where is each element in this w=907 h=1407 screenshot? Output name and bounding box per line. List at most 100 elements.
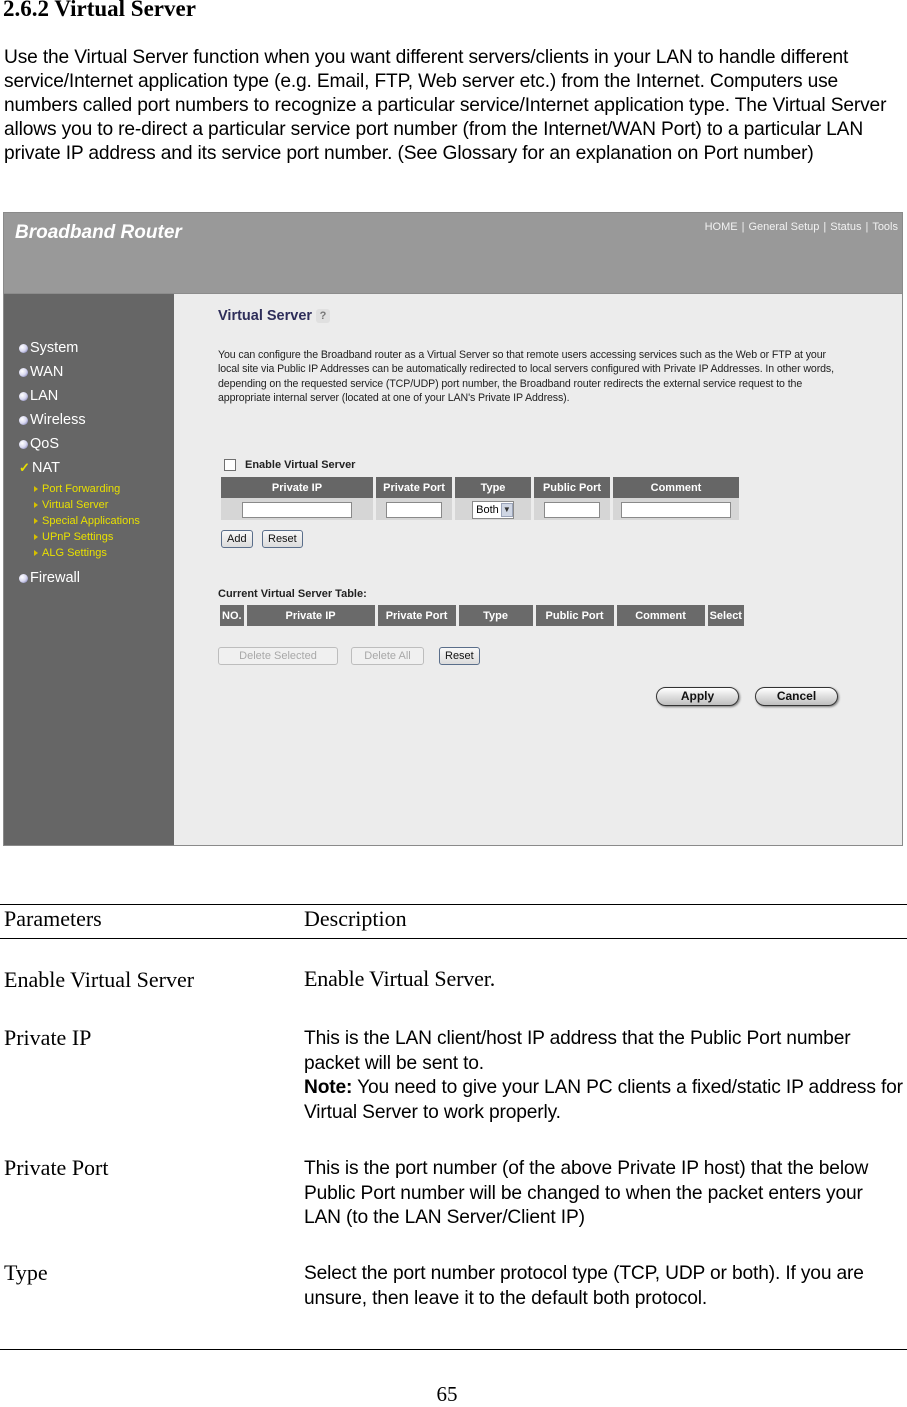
- bullet-icon: [19, 415, 28, 425]
- private-port-input[interactable]: [386, 502, 442, 518]
- topnav-separator: |: [865, 221, 869, 233]
- help-icon[interactable]: ?: [316, 309, 331, 323]
- cancel-button[interactable]: Cancel: [755, 687, 838, 706]
- arrow-right-icon: [34, 502, 38, 508]
- column-header: Public Port: [534, 477, 610, 498]
- page-number: 65: [436, 1382, 458, 1406]
- add-button[interactable]: Add: [221, 530, 253, 548]
- subitem-port-forwarding[interactable]: Port Forwarding: [34, 483, 120, 495]
- bullet-icon: [19, 573, 28, 583]
- subitem-special-applications[interactable]: Special Applications: [34, 515, 140, 527]
- arrow-right-icon: [34, 534, 38, 540]
- top-nav: HOME | General Setup | Status | Tools: [705, 221, 898, 233]
- table-header-rule: [0, 938, 907, 939]
- private-ip-input[interactable]: [242, 502, 352, 518]
- column-header: Select: [707, 605, 744, 626]
- topnav-tools[interactable]: Tools: [872, 221, 898, 233]
- checkmark-icon: ✓: [19, 460, 30, 475]
- param-name: Enable Virtual Server: [4, 967, 195, 992]
- column-header: Public Port: [535, 605, 614, 626]
- sidebar-item-nat[interactable]: ✓ NAT: [19, 460, 60, 476]
- type-select-value: Both: [476, 503, 499, 516]
- subitem-label: Port Forwarding: [42, 483, 121, 495]
- router-header: Broadband Router HOME | General Setup | St…: [4, 213, 902, 294]
- sidebar-item-label: LAN: [30, 388, 59, 404]
- param-description: Select the port number protocol type (TC…: [304, 1263, 864, 1309]
- router-sidebar: System WAN LAN Wireless QoS ✓ NAT Port Fo…: [4, 294, 174, 845]
- comment-cell: [613, 498, 739, 520]
- enable-virtual-server-checkbox[interactable]: [224, 459, 236, 471]
- reset-entry-button[interactable]: Reset: [262, 530, 303, 548]
- sidebar-item-firewall[interactable]: Firewall: [19, 570, 80, 586]
- public-port-input[interactable]: [544, 502, 600, 518]
- sidebar-item-label: QoS: [30, 436, 60, 452]
- sidebar-item-label: Wireless: [30, 412, 86, 428]
- reset-table-button[interactable]: Reset: [439, 647, 480, 665]
- router-main-panel: Virtual Server ? You can configure the B…: [174, 294, 902, 845]
- bullet-icon: [19, 439, 28, 449]
- subitem-label: Virtual Server: [42, 499, 109, 511]
- param-description: This is the port number (of the above Pr…: [304, 1158, 869, 1228]
- subitem-virtual-server[interactable]: Virtual Server: [34, 499, 108, 511]
- sidebar-item-lan[interactable]: LAN: [19, 388, 58, 404]
- subitem-alg-settings[interactable]: ALG Settings: [34, 547, 107, 559]
- page-title-text: Virtual Server: [218, 308, 313, 324]
- type-select[interactable]: Both ▼: [472, 500, 514, 519]
- type-cell: Both ▼: [455, 498, 531, 520]
- current-virtual-server-table: NO. Private IP Private Port Type Public …: [217, 605, 747, 626]
- param-name: Private Port: [4, 1155, 109, 1180]
- arrow-right-icon: [34, 550, 38, 556]
- private-port-cell: [376, 498, 452, 520]
- topnav-general-setup[interactable]: General Setup: [748, 221, 819, 233]
- param-name: Private IP: [4, 1025, 92, 1050]
- table-top-rule: [0, 904, 907, 905]
- column-header: Type: [458, 605, 533, 626]
- public-port-cell: [534, 498, 610, 520]
- topnav-separator: |: [741, 221, 745, 233]
- subitem-label: UPnP Settings: [42, 531, 114, 543]
- parameters-header: Parameters: [4, 906, 102, 931]
- subitem-label: ALG Settings: [42, 547, 107, 559]
- column-header: Private IP: [246, 605, 375, 626]
- current-table-label: Current Virtual Server Table:: [218, 588, 367, 600]
- router-screenshot: Broadband Router HOME | General Setup | St…: [3, 212, 903, 846]
- topnav-separator: |: [823, 221, 827, 233]
- note-label: Note:: [304, 1077, 353, 1098]
- sidebar-item-wan[interactable]: WAN: [19, 364, 63, 380]
- bullet-icon: [19, 367, 28, 377]
- description-header: Description: [304, 906, 407, 931]
- column-header: NO.: [220, 605, 244, 626]
- sidebar-item-label: WAN: [30, 364, 64, 380]
- sidebar-item-wireless[interactable]: Wireless: [19, 412, 86, 428]
- delete-selected-button[interactable]: Delete Selected: [218, 647, 338, 665]
- param-description: This is the LAN client/host IP address t…: [304, 1027, 904, 1125]
- sidebar-item-system[interactable]: System: [19, 340, 78, 356]
- sidebar-item-label: System: [30, 340, 79, 356]
- section-heading: 2.6.2 Virtual Server: [3, 0, 196, 21]
- subitem-upnp-settings[interactable]: UPnP Settings: [34, 531, 113, 543]
- param-description: Enable Virtual Server.: [304, 966, 496, 991]
- page-description: You can configure the Broadband router a…: [218, 349, 834, 404]
- comment-input[interactable]: [621, 502, 731, 518]
- apply-button[interactable]: Apply: [656, 687, 739, 706]
- page-title: Virtual Server ?: [218, 308, 331, 324]
- column-header: Private Port: [377, 605, 456, 626]
- param-description-text: This is the LAN client/host IP address t…: [304, 1028, 851, 1074]
- column-header: Private Port: [376, 477, 452, 498]
- topnav-status[interactable]: Status: [830, 221, 861, 233]
- column-header: Comment: [613, 477, 739, 498]
- sidebar-item-qos[interactable]: QoS: [19, 436, 59, 452]
- param-name: Type: [4, 1260, 48, 1285]
- sidebar-item-label: NAT: [32, 460, 60, 476]
- enable-virtual-server-label: Enable Virtual Server: [245, 459, 356, 471]
- arrow-right-icon: [34, 518, 38, 524]
- note-text: You need to give your LAN PC clients a f…: [304, 1077, 903, 1123]
- subitem-label: Special Applications: [42, 515, 140, 527]
- sidebar-item-label: Firewall: [30, 570, 80, 586]
- table-bottom-rule: [0, 1349, 907, 1350]
- bullet-icon: [19, 343, 28, 353]
- delete-all-button[interactable]: Delete All: [351, 647, 424, 665]
- topnav-home[interactable]: HOME: [705, 221, 738, 233]
- router-logo: Broadband Router: [15, 222, 182, 243]
- private-ip-cell: [221, 498, 373, 520]
